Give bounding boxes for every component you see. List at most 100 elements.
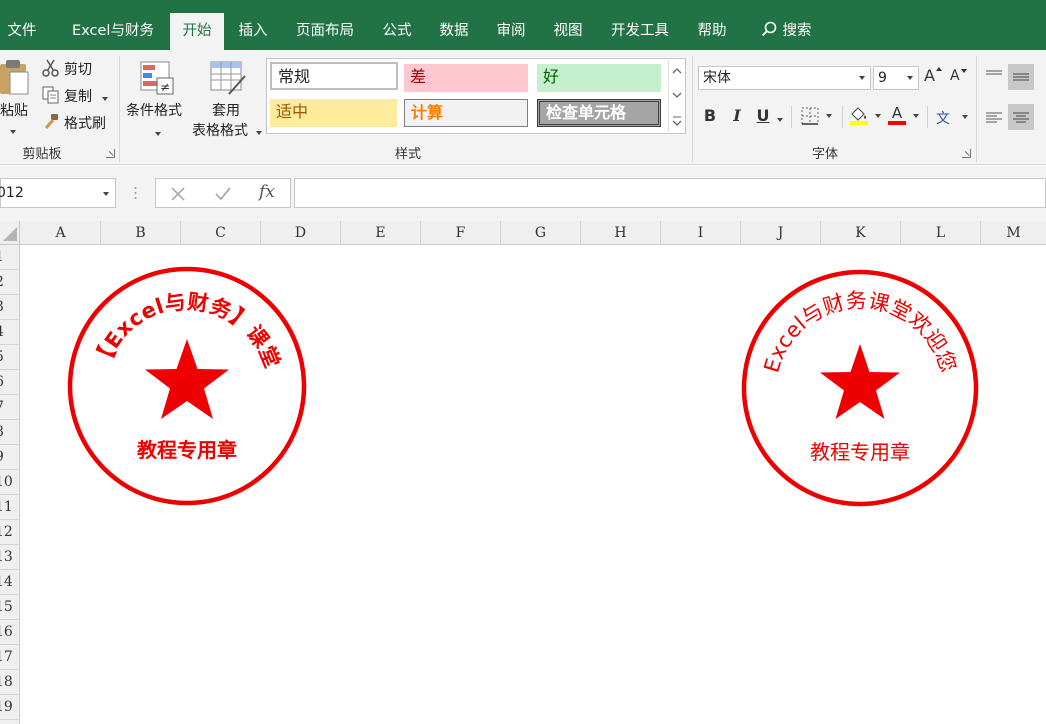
format-painter-button[interactable]: 格式刷 — [40, 112, 115, 134]
tab-file[interactable]: 文件 — [2, 13, 42, 50]
style-neutral[interactable]: 适中 — [270, 99, 397, 127]
row-header-17[interactable]: 17 — [0, 645, 20, 670]
align-center-button[interactable] — [1008, 104, 1034, 130]
search-button[interactable]: 搜索 — [750, 13, 822, 50]
align-middle-icon — [1013, 73, 1029, 81]
tab-excel-finance[interactable]: Excel与财务 — [64, 13, 162, 50]
row-header-11[interactable]: 11 — [0, 495, 20, 520]
insert-function-button[interactable]: fx — [259, 182, 275, 202]
clipboard-launcher-icon[interactable] — [106, 149, 115, 158]
cut-button[interactable]: 剪切 — [40, 58, 110, 80]
style-normal[interactable]: 常规 — [270, 62, 398, 90]
font-color-button[interactable]: A — [886, 104, 922, 130]
bold-button[interactable]: B — [700, 106, 720, 125]
seal-right[interactable]: Excel与财务课堂欢迎您 教程专用章 — [734, 263, 984, 513]
column-header-m[interactable]: M — [981, 221, 1046, 245]
gallery-scroll-down-button[interactable] — [668, 84, 684, 106]
gallery-more-button[interactable] — [668, 108, 684, 132]
row-header-18[interactable]: 18 — [0, 670, 20, 695]
tab-insert[interactable]: 插入 — [230, 13, 276, 50]
row-header-9[interactable]: 9 — [0, 445, 20, 470]
up-arrow-icon — [936, 67, 942, 71]
row-header-3[interactable]: 3 — [0, 295, 20, 320]
style-calculation[interactable]: 计算 — [404, 99, 528, 127]
row-header-14[interactable]: 14 — [0, 570, 20, 595]
row-header-8[interactable]: 8 — [0, 420, 20, 445]
column-header-j[interactable]: J — [741, 221, 821, 245]
tab-formulas[interactable]: 公式 — [375, 13, 419, 50]
font-size-select[interactable]: 9 — [873, 66, 919, 90]
conditional-format-button[interactable]: ≠ 条件格式 — [124, 56, 190, 140]
paste-button[interactable]: 粘贴 — [0, 56, 30, 136]
row-header-4[interactable]: 4 — [0, 320, 20, 345]
decrease-font-size-button[interactable]: A — [950, 68, 972, 92]
seal-right-bottom-text: 教程专用章 — [810, 440, 910, 464]
tab-help[interactable]: 帮助 — [690, 13, 734, 50]
tab-page-layout[interactable]: 页面布局 — [288, 13, 362, 50]
align-middle-button[interactable] — [1008, 64, 1034, 90]
underline-button[interactable]: U — [753, 106, 773, 125]
column-header-a[interactable]: A — [21, 221, 101, 245]
name-box[interactable]: 012 — [0, 178, 116, 208]
style-check-cell[interactable]: 检查单元格 — [537, 99, 661, 127]
select-all-corner[interactable] — [0, 221, 20, 245]
underline-dropdown-icon[interactable] — [777, 112, 783, 128]
style-bad[interactable]: 差 — [404, 64, 528, 92]
paint-bucket-icon — [850, 107, 868, 125]
group-divider — [119, 56, 120, 162]
row-header-10[interactable]: 10 — [0, 470, 20, 495]
row-header-12[interactable]: 12 — [0, 520, 20, 545]
font-name-value: 宋体 — [703, 70, 731, 86]
row-header-6[interactable]: 6 — [0, 370, 20, 395]
row-header-5[interactable]: 5 — [0, 345, 20, 370]
row-header-19[interactable]: 19 — [0, 695, 20, 720]
formula-input[interactable] — [294, 178, 1046, 208]
column-header-e[interactable]: E — [341, 221, 421, 245]
column-header-f[interactable]: F — [421, 221, 501, 245]
column-header-h[interactable]: H — [581, 221, 661, 245]
column-header-d[interactable]: D — [261, 221, 341, 245]
enter-check-icon[interactable] — [213, 184, 233, 204]
tab-data[interactable]: 数据 — [432, 13, 476, 50]
phonetic-guide-button[interactable]: 文 — [934, 105, 970, 129]
font-group-label: 字体 — [811, 147, 838, 162]
column-header-i[interactable]: I — [661, 221, 741, 245]
increase-font-size-button[interactable]: A — [924, 66, 946, 90]
format-as-table-button[interactable]: 套用 表格格式 — [192, 56, 264, 140]
row-header-15[interactable]: 15 — [0, 595, 20, 620]
column-header-b[interactable]: B — [101, 221, 181, 245]
table-format-label-1: 套用 — [212, 103, 240, 119]
fill-color-button[interactable] — [848, 104, 884, 130]
align-left-button[interactable] — [981, 104, 1007, 130]
worksheet-area[interactable]: 【Excel与财务】课堂 教程专用章 Excel与财务课堂欢迎您 教程专用章 — [21, 245, 1046, 724]
copy-label: 复制 — [64, 89, 92, 105]
tab-view[interactable]: 视图 — [546, 13, 590, 50]
row-header-13[interactable]: 13 — [0, 545, 20, 570]
row-header-16[interactable]: 16 — [0, 620, 20, 645]
style-good[interactable]: 好 — [537, 64, 661, 92]
tab-review[interactable]: 审阅 — [489, 13, 533, 50]
seal-left-star-icon — [145, 339, 229, 419]
cancel-icon[interactable] — [168, 184, 188, 204]
tab-developer[interactable]: 开发工具 — [604, 13, 676, 50]
tab-home[interactable]: 开始 — [170, 13, 224, 50]
column-header-c[interactable]: C — [181, 221, 261, 245]
name-box-value: 012 — [0, 185, 24, 201]
seal-left[interactable]: 【Excel与财务】课堂 教程专用章 — [61, 261, 311, 511]
phonetic-icon: 文 — [936, 111, 950, 127]
row-header-1[interactable]: 1 — [0, 245, 20, 270]
align-top-button[interactable] — [981, 64, 1007, 88]
gallery-scroll-up-button[interactable] — [668, 60, 684, 82]
borders-button[interactable] — [800, 106, 836, 128]
column-header-g[interactable]: G — [501, 221, 581, 245]
font-launcher-icon[interactable] — [962, 149, 971, 158]
column-header-l[interactable]: L — [901, 221, 981, 245]
row-header-7[interactable]: 7 — [0, 395, 20, 420]
column-header-k[interactable]: K — [821, 221, 901, 245]
row-header-2[interactable]: 2 — [0, 270, 20, 295]
font-divider — [842, 106, 843, 128]
copy-button[interactable]: 复制 — [40, 85, 115, 107]
group-divider — [692, 56, 693, 162]
italic-button[interactable]: I — [727, 106, 747, 125]
font-name-select[interactable]: 宋体 — [698, 66, 871, 90]
